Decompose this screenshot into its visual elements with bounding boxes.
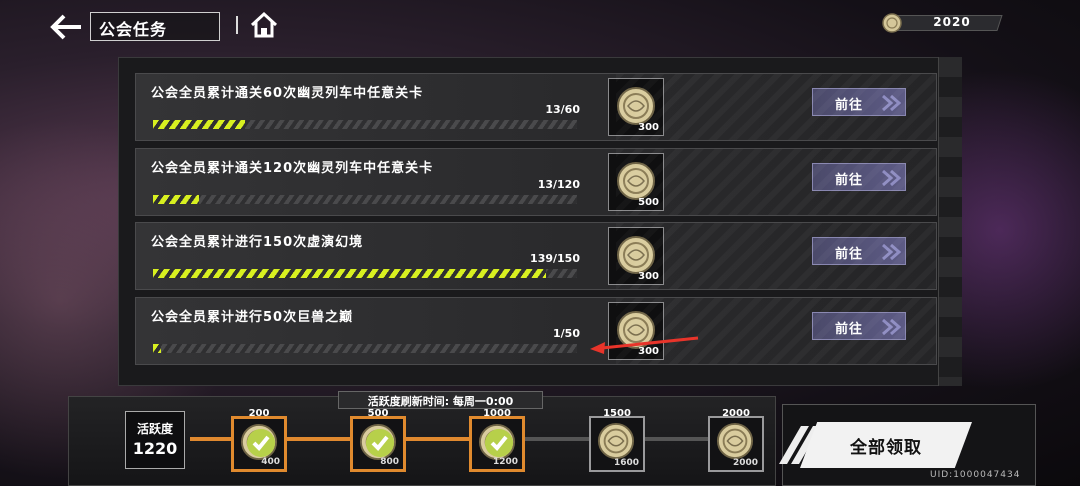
coin-icon [882, 13, 902, 33]
double-chevron-icon [882, 170, 901, 186]
page-title: 公会任务 [99, 20, 168, 39]
progress-fill [153, 195, 199, 204]
refresh-text: 活跃度刷新时间: 每周一0:00 [367, 395, 514, 408]
claim-all-label: 全部领取 [850, 438, 922, 458]
task-title: 公会全员累计通关120次幽灵列车中任意关卡 [151, 161, 434, 176]
reward-amount: 500 [638, 197, 659, 208]
reward-item[interactable]: 500 [608, 153, 664, 211]
progress-fill [153, 269, 546, 278]
coin-count: 2020 [933, 15, 971, 29]
coin-icon [616, 235, 656, 279]
milestone-reward[interactable]: 800 [350, 416, 406, 472]
milestone-amount: 2000 [732, 458, 758, 468]
activity-label: 活跃度 [136, 422, 173, 436]
checkmark-icon [485, 429, 513, 457]
task-title: 公会全员累计进行150次虚演幻境 [151, 235, 364, 250]
reward-amount: 300 [638, 271, 659, 282]
task-progress-count: 13/60 [545, 103, 580, 116]
go-button-label: 前往 [835, 247, 864, 262]
milestone-connector [525, 437, 589, 441]
activity-value: 1220 [132, 439, 178, 458]
coin-balance: 2020 [882, 13, 1003, 33]
task-title: 公会全员累计进行50次巨兽之巅 [151, 310, 354, 325]
progress-bar [153, 195, 577, 204]
milestone-amount: 1600 [613, 458, 639, 468]
go-button[interactable]: 前往 [812, 237, 906, 265]
milestone-amount: 800 [380, 457, 399, 467]
checkmark-icon [247, 429, 275, 457]
double-chevron-icon [882, 319, 901, 335]
go-button-label: 前往 [835, 322, 864, 337]
milestone-reward[interactable]: 400 [231, 416, 287, 472]
milestone-connector [406, 437, 469, 441]
go-button-label: 前往 [835, 98, 864, 113]
milestone-connector [645, 437, 708, 441]
task-row: 公会全员累计进行150次虚演幻境 139/150 300 前往 [135, 222, 937, 290]
annotation-arrow [590, 336, 699, 354]
claim-all-button[interactable]: 全部领取 [800, 422, 972, 468]
milestone-reward[interactable]: 2000 [708, 416, 764, 472]
progress-bar [153, 269, 577, 278]
milestone-connector [287, 437, 350, 441]
milestone-amount: 400 [261, 457, 280, 467]
progress-fill [153, 120, 245, 129]
header-divider [236, 16, 238, 34]
progress-fill [153, 344, 162, 353]
milestone-reward[interactable]: 1200 [469, 416, 525, 472]
reward-item[interactable]: 300 [608, 227, 664, 285]
go-button-label: 前往 [835, 173, 864, 188]
task-row: 公会全员累计通关120次幽灵列车中任意关卡 13/120 500 前往 [135, 148, 937, 216]
task-row: 公会全员累计进行50次巨兽之巅 1/50 300 前往 [135, 297, 937, 365]
coin-icon [616, 161, 656, 205]
task-row: 公会全员累计通关60次幽灵列车中任意关卡 13/60 300 前往 [135, 73, 937, 141]
task-title: 公会全员累计通关60次幽灵列车中任意关卡 [151, 86, 424, 101]
coin-icon [616, 86, 656, 130]
reward-amount: 300 [638, 122, 659, 133]
checkmark-icon [366, 429, 394, 457]
user-id: UID:1000047434 [930, 470, 1021, 480]
milestone-reward[interactable]: 1600 [589, 416, 645, 472]
activity-score: 活跃度 1220 [125, 411, 185, 469]
progress-bar [153, 120, 577, 129]
refresh-info: 活跃度刷新时间: 每周一0:00 [338, 391, 543, 409]
task-progress-count: 139/150 [530, 252, 580, 265]
double-chevron-icon [882, 244, 901, 260]
go-button[interactable]: 前往 [812, 88, 906, 116]
double-chevron-icon [882, 95, 901, 111]
back-arrow-icon[interactable] [50, 12, 84, 42]
milestone-connector [190, 437, 231, 441]
milestone-amount: 1200 [492, 457, 518, 467]
panel-scrollbar[interactable] [938, 57, 962, 386]
task-progress-count: 13/120 [537, 178, 580, 191]
home-icon[interactable] [249, 10, 279, 40]
reward-item[interactable]: 300 [608, 78, 664, 136]
page-title-box: 公会任务 [90, 12, 220, 41]
progress-bar [153, 344, 577, 353]
go-button[interactable]: 前往 [812, 312, 906, 340]
go-button[interactable]: 前往 [812, 163, 906, 191]
task-progress-count: 1/50 [553, 327, 580, 340]
